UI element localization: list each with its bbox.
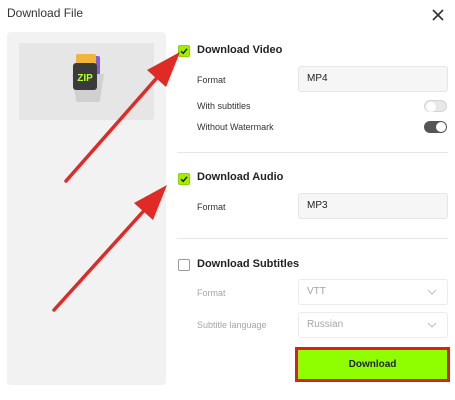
toggle-knob xyxy=(426,102,436,112)
video-format-label: Format xyxy=(197,75,226,85)
audio-format-select[interactable]: MP3 xyxy=(298,193,448,219)
video-format-select[interactable]: MP4 xyxy=(298,66,448,92)
divider xyxy=(177,152,448,153)
audio-format-value: MP3 xyxy=(307,200,328,211)
zip-file-icon: ZIP xyxy=(72,54,104,102)
subtitle-language-value: Russian xyxy=(307,319,344,330)
divider xyxy=(177,238,448,239)
video-section-title: Download Video xyxy=(197,44,283,56)
toggle-knob xyxy=(436,122,446,132)
video-checkbox[interactable] xyxy=(178,45,190,57)
subtitle-format-label: Format xyxy=(197,288,226,298)
subtitle-language-select[interactable]: Russian xyxy=(298,312,448,338)
preview-panel: ZIP xyxy=(7,32,166,385)
audio-section-title: Download Audio xyxy=(197,171,284,183)
subtitles-section-title: Download Subtitles xyxy=(197,258,300,270)
close-icon[interactable] xyxy=(428,5,448,25)
watermark-toggle[interactable] xyxy=(424,121,447,133)
zip-label: ZIP xyxy=(77,73,93,84)
video-format-value: MP4 xyxy=(307,73,328,84)
watermark-toggle-label: Without Watermark xyxy=(197,122,274,132)
audio-checkbox[interactable] xyxy=(178,173,190,185)
subtitles-checkbox[interactable] xyxy=(178,259,190,271)
subtitles-toggle[interactable] xyxy=(424,100,447,112)
subtitle-format-select[interactable]: VTT xyxy=(298,279,448,305)
chevron-down-icon xyxy=(427,322,437,328)
subtitle-language-label: Subtitle language xyxy=(197,320,267,330)
download-button[interactable]: Download xyxy=(295,347,450,382)
checkmark-icon xyxy=(180,176,188,183)
subtitles-toggle-label: With subtitles xyxy=(197,101,251,111)
dialog-title: Download File xyxy=(7,6,84,20)
subtitle-format-value: VTT xyxy=(307,286,326,297)
chevron-down-icon xyxy=(427,289,437,295)
checkmark-icon xyxy=(180,48,188,55)
file-thumbnail: ZIP xyxy=(19,43,154,120)
audio-format-label: Format xyxy=(197,202,226,212)
